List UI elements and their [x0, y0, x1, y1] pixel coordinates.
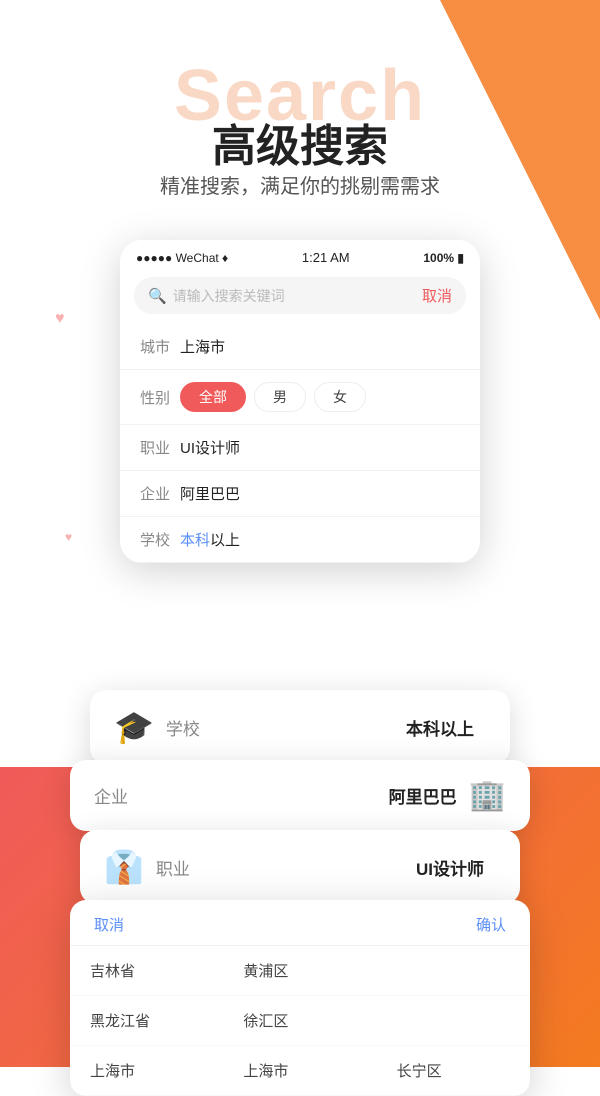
filter-gender-label: 性别	[140, 387, 180, 408]
list-item[interactable]: 吉林省	[70, 946, 223, 996]
company-building-icon: 🏢	[469, 778, 506, 813]
list-item[interactable]	[377, 996, 530, 1046]
filter-city-value: 上海市	[180, 336, 225, 357]
filter-city-label: 城市	[140, 336, 180, 357]
gender-male-button[interactable]: 男	[254, 382, 306, 412]
filter-company-label: 企业	[140, 483, 180, 504]
list-item[interactable]: 黑龙江省	[70, 996, 223, 1046]
gender-buttons[interactable]: 全部 男 女	[180, 382, 366, 412]
job-icon: 👔	[104, 848, 144, 886]
filter-school-label: 学校	[140, 529, 180, 550]
bottom-panel-cancel[interactable]: 取消	[94, 914, 124, 935]
float-card-company[interactable]: 企业 阿里巴巴 🏢	[70, 760, 530, 831]
bottom-panel-header: 取消 确认	[70, 900, 530, 946]
float-job-value: UI设计师	[416, 855, 484, 880]
filter-job[interactable]: 职业 UI设计师	[120, 425, 480, 471]
gender-all-button[interactable]: 全部	[180, 382, 246, 412]
search-input-placeholder[interactable]: 请输入搜索关键词	[173, 286, 408, 306]
float-card-school[interactable]: 🎓 学校 本科以上	[90, 690, 510, 764]
deco-heart-1: ♥	[55, 310, 65, 328]
filter-city[interactable]: 城市 上海市	[120, 324, 480, 370]
filter-school-value: 本科以上	[180, 529, 240, 550]
page-subtitle: 精准搜索，满足你的挑剔需需求	[160, 170, 440, 199]
search-cancel-button[interactable]: 取消	[422, 285, 452, 306]
filter-gender[interactable]: 性别 全部 男 女	[120, 370, 480, 425]
list-item[interactable]: 上海市	[223, 1046, 376, 1096]
filter-job-label: 职业	[140, 437, 180, 458]
status-bar: ●●●●● WeChat ♦ 1:21 AM 100% ▮	[120, 240, 480, 271]
status-left: ●●●●● WeChat ♦	[136, 251, 228, 265]
list-item[interactable]: 黄浦区	[223, 946, 376, 996]
gender-female-button[interactable]: 女	[314, 382, 366, 412]
float-school-label: 学校	[166, 715, 200, 740]
float-school-value: 本科以上	[406, 715, 474, 740]
school-icon: 🎓	[114, 708, 154, 746]
list-item[interactable]: 长宁区	[377, 1046, 530, 1096]
float-company-label: 企业	[94, 783, 128, 808]
list-item[interactable]	[377, 946, 530, 996]
float-company-value: 阿里巴巴	[389, 783, 457, 808]
filter-company-value: 阿里巴巴	[180, 483, 240, 504]
filter-company[interactable]: 企业 阿里巴巴	[120, 471, 480, 517]
float-job-label: 职业	[156, 855, 190, 880]
deco-heart-2: ♥	[65, 530, 72, 544]
search-icon: 🔍	[148, 287, 167, 305]
bottom-panel-grid: 吉林省 黄浦区 黑龙江省 徐汇区 上海市 上海市 长宁区	[70, 946, 530, 1096]
filter-job-value: UI设计师	[180, 437, 240, 458]
search-bar[interactable]: 🔍 请输入搜索关键词 取消	[134, 277, 466, 314]
filter-school-underline: 本科	[180, 532, 210, 549]
status-time: 1:21 AM	[302, 250, 350, 265]
page-title: 高级搜索	[212, 110, 388, 174]
status-battery: 100% ▮	[423, 251, 464, 265]
filter-school[interactable]: 学校 本科以上	[120, 517, 480, 563]
bottom-panel-confirm[interactable]: 确认	[476, 914, 506, 935]
list-item[interactable]: 徐汇区	[223, 996, 376, 1046]
float-card-job[interactable]: 👔 职业 UI设计师	[80, 830, 520, 904]
phone-mockup: ●●●●● WeChat ♦ 1:21 AM 100% ▮ 🔍 请输入搜索关键词…	[120, 240, 480, 563]
list-item[interactable]: 上海市	[70, 1046, 223, 1096]
